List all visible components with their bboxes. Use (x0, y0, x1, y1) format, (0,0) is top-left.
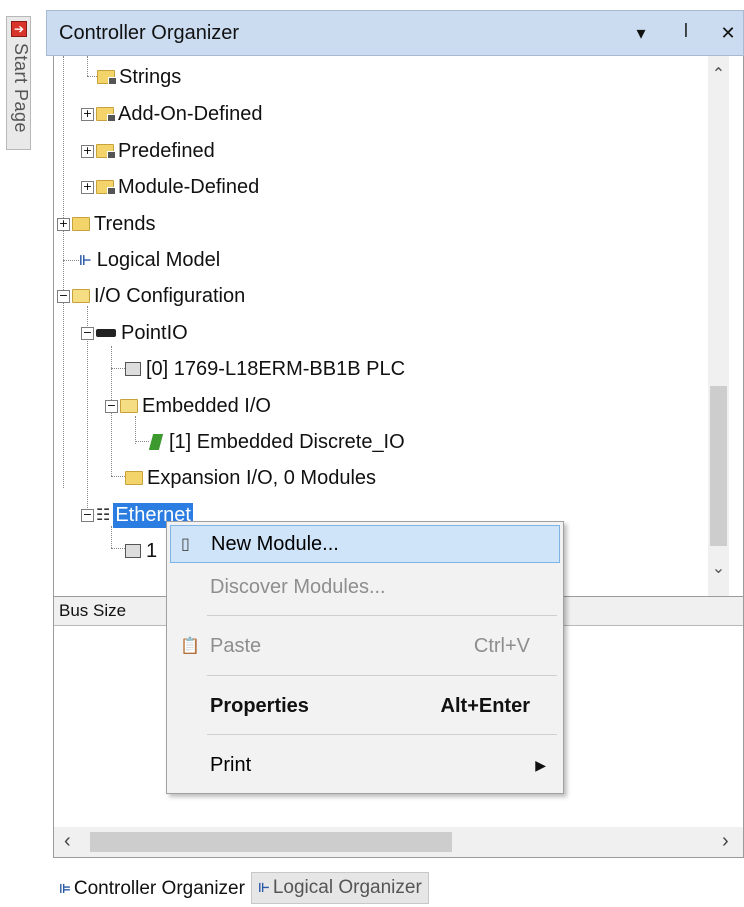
folder-tag-icon (96, 180, 116, 195)
start-page-tab-label: Start Page (11, 43, 31, 134)
panel-title: Controller Organizer (59, 22, 240, 44)
tree-item-trends[interactable]: + Trends (57, 209, 158, 239)
backplane-icon (96, 329, 116, 337)
menu-item-properties[interactable]: Properties Alt+Enter (170, 687, 560, 725)
folder-tag-icon (96, 144, 116, 159)
scroll-thumb[interactable] (710, 386, 727, 546)
tree-item-ethernet-module[interactable]: 1 (125, 536, 159, 566)
io-module-icon (148, 434, 164, 450)
tree-item-module-defined[interactable]: + Module-Defined (81, 172, 261, 202)
folder-open-icon (120, 399, 138, 413)
logical-model-icon: ⊩ (79, 251, 92, 268)
controller-organizer-icon: ⊫ (59, 880, 71, 896)
network-icon: ☷ (96, 507, 111, 524)
panel-header: Controller Organizer ▾ ꟾ ✕ (46, 10, 744, 56)
scroll-up-icon[interactable]: ⌃ (708, 64, 729, 86)
expand-icon[interactable]: + (81, 144, 94, 158)
bottom-tab-strip: ⊫ Controller Organizer ⊩ Logical Organiz… (53, 872, 429, 904)
context-menu: ▯ New Module... Discover Modules... 📋 Pa… (166, 521, 564, 794)
expand-icon[interactable]: + (81, 107, 94, 121)
tab-controller-organizer[interactable]: ⊫ Controller Organizer (53, 872, 251, 904)
tree-item-strings[interactable]: Strings (97, 62, 183, 92)
properties-horizontal-scrollbar[interactable]: ‹ › (54, 827, 743, 857)
scroll-right-icon[interactable]: › (722, 830, 729, 853)
menu-separator (207, 734, 557, 735)
tree-item-embedded-io[interactable]: − Embedded I/O (105, 391, 273, 421)
collapse-icon[interactable]: − (81, 508, 94, 522)
tree-vertical-scrollbar[interactable]: ⌃ ⌄ (708, 56, 729, 596)
horizontal-scroll-thumb[interactable] (90, 832, 452, 852)
tree-item-expansion-io[interactable]: Expansion I/O, 0 Modules (125, 463, 378, 493)
new-module-icon: ▯ (181, 536, 190, 553)
start-page-icon: ➔ (11, 21, 27, 37)
tree-item-plc[interactable]: [0] 1769-L18ERM-BB1B PLC (125, 354, 407, 384)
expand-icon[interactable]: + (81, 180, 94, 194)
tree-item-add-on-defined[interactable]: + Add-On-Defined (81, 99, 265, 129)
folder-open-icon (72, 289, 90, 303)
module-icon (125, 544, 141, 558)
tree-view: Strings + Add-On-Defined + Predefined + … (53, 56, 744, 596)
folder-icon (125, 471, 143, 485)
menu-separator (207, 615, 557, 616)
collapse-icon[interactable]: − (57, 289, 70, 303)
tab-logical-organizer[interactable]: ⊩ Logical Organizer (250, 872, 429, 904)
tree-item-logical-model[interactable]: ⊩ Logical Model (79, 245, 222, 275)
tree-item-embedded-discrete-io[interactable]: [1] Embedded Discrete_IO (148, 427, 407, 457)
folder-tag-icon (96, 107, 116, 122)
start-page-tab[interactable]: ➔ Start Page (6, 16, 31, 150)
menu-item-discover-modules[interactable]: Discover Modules... (170, 568, 560, 606)
collapse-icon[interactable]: − (81, 326, 94, 340)
menu-item-new-module[interactable]: ▯ New Module... (170, 525, 560, 563)
pin-icon[interactable]: ꟾ (675, 21, 697, 45)
expand-icon[interactable]: + (57, 217, 70, 231)
tree-item-io-configuration[interactable]: − I/O Configuration (57, 281, 247, 311)
tree-item-pointio[interactable]: − PointIO (81, 318, 190, 348)
menu-item-print[interactable]: Print ▶ (170, 746, 560, 784)
scroll-down-icon[interactable]: ⌄ (708, 558, 729, 580)
folder-icon (72, 217, 90, 231)
submenu-arrow-icon: ▶ (535, 756, 546, 773)
folder-tag-icon (97, 70, 117, 85)
paste-icon: 📋 (180, 638, 200, 655)
menu-item-paste[interactable]: 📋 Paste Ctrl+V (170, 627, 560, 665)
scroll-left-icon[interactable]: ‹ (64, 830, 71, 853)
logical-organizer-icon: ⊩ (257, 880, 270, 895)
collapse-icon[interactable]: − (105, 399, 118, 413)
tree-item-predefined[interactable]: + Predefined (81, 136, 217, 166)
menu-separator (207, 675, 557, 676)
controller-module-icon (125, 362, 141, 376)
close-icon[interactable]: ✕ (717, 21, 739, 45)
dropdown-icon[interactable]: ▾ (630, 21, 652, 45)
